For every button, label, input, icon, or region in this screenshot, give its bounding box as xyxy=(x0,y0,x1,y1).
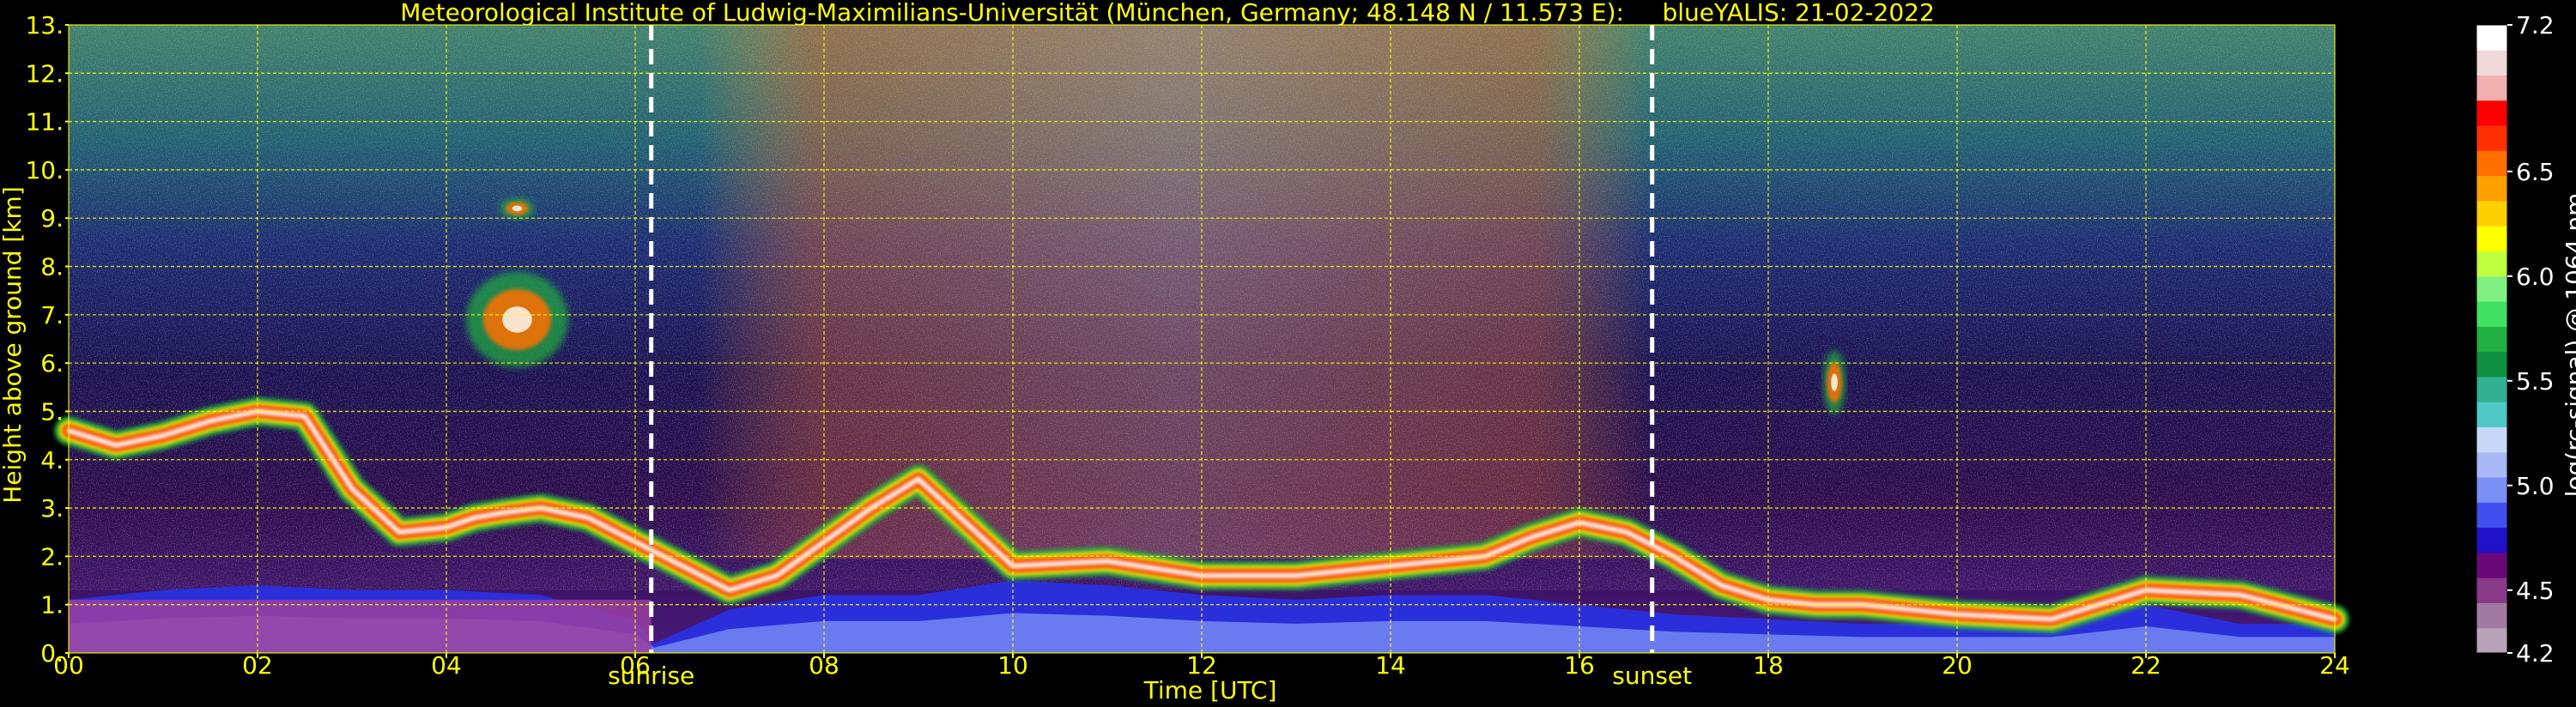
colorbar-segment xyxy=(2476,125,2507,151)
elevated-layer-2 xyxy=(1827,362,1842,403)
colorbar-segment xyxy=(2476,602,2507,629)
colorbar-frame xyxy=(2476,24,2508,654)
elevated-layer-halo-2 xyxy=(1822,350,1846,414)
colorbar-segment xyxy=(2476,477,2507,503)
elevated-layer-0 xyxy=(482,289,552,350)
x-tick-label: 24 xyxy=(2319,651,2350,680)
colorbar-tick-label: 4.2 xyxy=(2516,639,2555,668)
x-tick-label: 16 xyxy=(1564,651,1595,680)
plot-background xyxy=(69,25,2335,653)
x-tick-label: 08 xyxy=(809,651,839,680)
x-tick-label: 06 xyxy=(620,651,651,680)
colorbar-segment xyxy=(2476,200,2507,227)
colorbar-tick-label: 6.5 xyxy=(2516,158,2555,186)
colorbar-segment xyxy=(2476,251,2507,277)
colorbar-segment xyxy=(2476,175,2507,202)
colorbar-tick-label: 7.2 xyxy=(2516,11,2555,39)
elevated-layer-core-0 xyxy=(502,306,532,333)
elevated-layer-halo-0 xyxy=(466,271,568,368)
colorbar-segment xyxy=(2476,301,2507,327)
y-tick-label: 1. xyxy=(40,591,64,619)
aerosol-layer-band-2 xyxy=(62,404,2342,626)
x-tick-label: 04 xyxy=(431,651,462,680)
signal-noise xyxy=(69,25,2335,590)
colorbar-segment xyxy=(2476,402,2507,427)
sunrise-label: sunrise xyxy=(608,662,694,690)
x-axis-label: Time [UTC] xyxy=(1143,676,1277,704)
aerosol-layer-band-0 xyxy=(54,396,2349,634)
colorbar-segment xyxy=(2476,351,2507,378)
colorbar-label: log(rc-signal) @ 1064 nm xyxy=(2561,192,2576,498)
boundary-layer-area xyxy=(69,580,2335,653)
y-axis-label: Height above ground [km] xyxy=(0,186,27,504)
aerosol-layer-band-3 xyxy=(66,408,2337,622)
y-tick-label: 10. xyxy=(25,156,64,184)
colorbar-segment xyxy=(2476,25,2507,51)
y-tick-label: 12. xyxy=(25,59,64,88)
colorbar-segment xyxy=(2476,275,2507,302)
x-tick-label: 00 xyxy=(53,651,84,680)
colorbar-tick-label: 4.5 xyxy=(2516,577,2555,605)
sunset-label: sunset xyxy=(1612,662,1692,690)
colorbar-segment xyxy=(2476,627,2507,654)
colorbar-segment xyxy=(2476,326,2507,353)
elevated-layer-core-2 xyxy=(1831,373,1838,391)
colorbar-tick-label: 5.5 xyxy=(2516,367,2555,396)
y-tick-label: 2. xyxy=(40,542,64,571)
colorbar-segment xyxy=(2476,376,2507,402)
night-ground-layer xyxy=(69,600,652,653)
plot-frame xyxy=(68,24,2336,654)
colorbar-tick-label: 5.0 xyxy=(2516,472,2555,500)
y-tick-label: 5. xyxy=(40,397,64,426)
colorbar-segment xyxy=(2476,552,2507,578)
x-tick-label: 18 xyxy=(1753,651,1784,680)
x-tick-label: 02 xyxy=(242,651,273,680)
colorbar-segment xyxy=(2476,426,2507,453)
y-tick-label: 8. xyxy=(40,253,64,281)
colorbar-segment xyxy=(2476,50,2507,76)
y-tick-label: 4. xyxy=(40,446,64,474)
elevated-layer-halo-1 xyxy=(500,197,535,220)
x-tick-label: 20 xyxy=(1942,651,1973,680)
y-tick-label: 6. xyxy=(40,349,64,378)
colorbar-segment xyxy=(2476,577,2507,603)
colorbar-segment xyxy=(2476,451,2507,478)
elevated-layer-core-1 xyxy=(512,205,523,212)
y-tick-label: 3. xyxy=(40,494,64,523)
y-tick-label: 9. xyxy=(40,204,64,233)
y-tick-label: 11. xyxy=(25,108,64,136)
elevated-layer-1 xyxy=(506,202,529,215)
lidar-quicklook-chart: sunrise sunset 00 02 04 06 08 10 12 14 16 18 20 22 24… xyxy=(25,11,2555,690)
y-tick-label: 7. xyxy=(40,301,64,329)
colorbar-segment xyxy=(2476,150,2507,177)
colorbar-segment xyxy=(2476,226,2507,252)
colorbar-segment xyxy=(2476,527,2507,553)
colorbar-segment xyxy=(2476,100,2507,126)
colorbar-segment xyxy=(2476,502,2507,529)
x-tick-label: 22 xyxy=(2131,651,2161,680)
colorbar-segment xyxy=(2476,75,2507,101)
y-tick-label: 0. xyxy=(40,639,64,668)
chart-title: Meteorological Institute of Ludwig-Maxim… xyxy=(400,0,1935,27)
boundary-layer-core xyxy=(69,613,2335,653)
colorbar-tick-label: 6.0 xyxy=(2516,263,2555,291)
daylight-background xyxy=(698,25,1652,559)
aerosol-layer-band-1 xyxy=(58,401,2345,630)
x-tick-label: 10 xyxy=(997,651,1028,680)
